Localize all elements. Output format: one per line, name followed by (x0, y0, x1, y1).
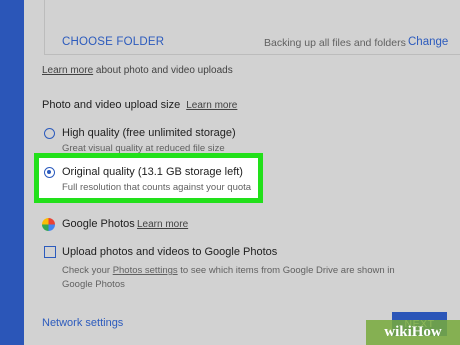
change-link[interactable]: Change (408, 36, 448, 48)
high-quality-radio[interactable] (44, 128, 55, 139)
uploads-info: Learn more about photo and video uploads (42, 65, 233, 76)
folder-box: CHOOSE FOLDER Backing up all files and f… (44, 0, 460, 55)
uploads-learn-more-link[interactable]: Learn more (42, 65, 93, 76)
photos-settings-link[interactable]: Photos settings (113, 265, 178, 276)
google-photos-learn-more-link[interactable]: Learn more (137, 219, 188, 230)
photos-desc-prefix: Check your (62, 265, 113, 276)
original-quality-description: Full resolution that counts against your… (62, 182, 252, 193)
backup-status-text: Backing up all files and folders (264, 37, 406, 49)
google-photos-pinwheel-icon (42, 218, 55, 231)
uploads-info-text: about photo and video uploads (93, 65, 233, 76)
left-blue-bar (0, 0, 24, 345)
wikihow-watermark: wikiHow (366, 320, 460, 345)
upload-size-learn-more-link[interactable]: Learn more (186, 100, 237, 111)
upload-size-heading: Photo and video upload size Learn more (42, 99, 237, 111)
original-quality-label[interactable]: Original quality (13.1 GB storage left) (62, 166, 243, 178)
upload-size-title: Photo and video upload size (42, 99, 181, 111)
upload-to-google-photos-checkbox[interactable] (44, 246, 56, 258)
settings-panel: CHOOSE FOLDER Backing up all files and f… (24, 0, 460, 345)
high-quality-label[interactable]: High quality (free unlimited storage) (62, 127, 236, 139)
network-settings-link[interactable]: Network settings (42, 317, 123, 329)
google-photos-title: Google Photos (62, 218, 135, 230)
google-photos-description: Check your Photos settings to see which … (62, 264, 402, 292)
choose-folder-button[interactable]: CHOOSE FOLDER (62, 36, 164, 48)
original-quality-highlight (34, 153, 263, 203)
upload-to-google-photos-label[interactable]: Upload photos and videos to Google Photo… (62, 246, 277, 258)
original-quality-radio[interactable] (44, 167, 55, 178)
